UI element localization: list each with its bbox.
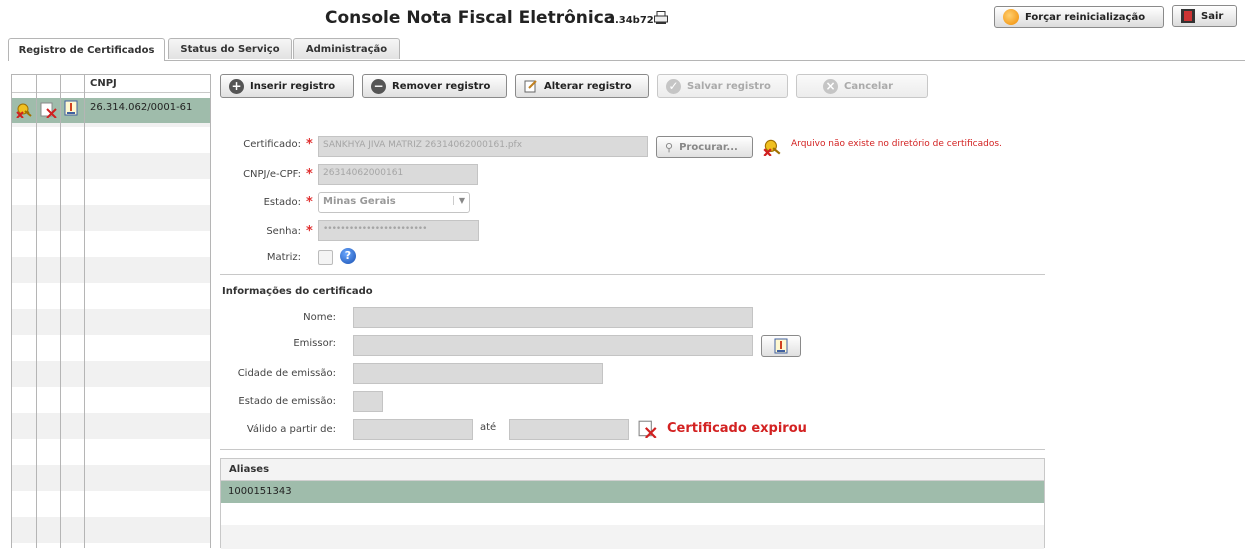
expired-document-icon <box>638 420 657 438</box>
cancel-x-icon: × <box>823 78 838 94</box>
force-restart-label: Forçar reinicialização <box>1025 11 1146 23</box>
certificate-error-message: Arquivo não existe no diretório de certi… <box>791 139 1002 149</box>
divider <box>220 274 1045 275</box>
name-field[interactable] <box>353 307 753 328</box>
certificates-grid[interactable]: CNPJ 26.314.062/0001-61 <box>11 74 211 548</box>
tab-label: Status do Serviço <box>180 43 280 55</box>
table-row[interactable] <box>221 525 1044 549</box>
certificate-warning-icon <box>763 139 781 156</box>
until-label: até <box>480 422 497 433</box>
issue-state-label: Estado de emissão: <box>238 396 336 407</box>
delete-document-icon[interactable] <box>40 102 58 118</box>
name-label: Nome: <box>303 312 336 323</box>
printer-icon[interactable] <box>654 11 668 24</box>
insert-record-label: Inserir registro <box>250 80 336 92</box>
chevron-down-icon: ▼ <box>452 196 465 205</box>
certificate-info-icon[interactable] <box>64 100 78 116</box>
password-field[interactable]: •••••••••••••••••••••••• <box>318 220 479 241</box>
tab-registro-certificados[interactable]: Registro de Certificados <box>8 38 165 61</box>
aliases-header-label: Aliases <box>229 464 270 475</box>
version-label: 2.34b72 <box>608 15 654 26</box>
remove-record-button[interactable]: − Remover registro <box>362 74 507 98</box>
browse-label: Procurar... <box>679 141 738 153</box>
state-label: Estado: <box>263 197 301 208</box>
password-label: Senha: <box>266 226 301 237</box>
exit-button[interactable]: Sair <box>1172 5 1237 27</box>
certificate-info-icon <box>774 338 788 354</box>
browse-button[interactable]: ⚲ Procurar... <box>656 136 753 158</box>
valid-from-label: Válido a partir de: <box>246 424 336 435</box>
aliases-table[interactable]: Aliases 1000151343 <box>220 458 1045 549</box>
cnpj-label: CNPJ/e-CPF: <box>243 169 301 180</box>
certificate-key-icon[interactable] <box>15 102 33 118</box>
required-marker: * <box>306 137 313 152</box>
required-marker: * <box>306 167 313 182</box>
grid-header: CNPJ <box>12 75 210 93</box>
city-field[interactable] <box>353 363 603 384</box>
cancel-button[interactable]: × Cancelar <box>796 74 928 98</box>
certificate-label: Certificado: <box>243 139 301 150</box>
certificate-field[interactable]: SANKHYA JIVA MATRIZ 26314062000161.pfx <box>318 136 648 157</box>
search-icon: ⚲ <box>665 140 674 154</box>
edit-record-label: Alterar registro <box>544 80 632 92</box>
city-label: Cidade de emissão: <box>237 368 336 379</box>
remove-record-label: Remover registro <box>392 80 491 92</box>
cnpj-column-header[interactable]: CNPJ <box>90 78 117 89</box>
divider <box>220 449 1045 450</box>
table-row[interactable]: 1000151343 <box>221 481 1044 503</box>
aliases-header: Aliases <box>221 459 1044 481</box>
state-select-value: Minas Gerais <box>323 196 396 207</box>
section-title: Informações do certificado <box>222 286 373 297</box>
minus-icon: − <box>371 78 386 94</box>
grid-column-divider <box>84 75 85 548</box>
matrix-checkbox[interactable] <box>318 250 333 265</box>
exit-label: Sair <box>1201 10 1224 22</box>
check-icon: ✓ <box>666 78 681 94</box>
edit-record-button[interactable]: Alterar registro <box>515 74 649 98</box>
issue-state-field[interactable] <box>353 391 383 412</box>
matrix-label: Matriz: <box>266 252 301 263</box>
tab-label: Registro de Certificados <box>18 44 155 56</box>
table-row[interactable]: 26.314.062/0001-61 <box>12 98 210 123</box>
valid-from-field[interactable] <box>353 419 473 440</box>
grid-column-divider <box>60 75 61 548</box>
alias-value: 1000151343 <box>228 486 292 497</box>
row-cnpj: 26.314.062/0001-61 <box>90 102 193 113</box>
insert-record-button[interactable]: + Inserir registro <box>220 74 354 98</box>
required-marker: * <box>306 224 313 239</box>
plus-icon: + <box>229 78 244 94</box>
save-record-button[interactable]: ✓ Salvar registro <box>657 74 788 98</box>
help-icon[interactable]: ? <box>340 248 356 264</box>
issuer-field[interactable] <box>353 335 753 356</box>
exit-icon <box>1181 9 1195 23</box>
valid-until-field[interactable] <box>509 419 629 440</box>
tab-status-servico[interactable]: Status do Serviço <box>168 38 292 59</box>
tab-label: Administração <box>305 43 388 55</box>
expired-message: Certificado expirou <box>667 421 807 436</box>
edit-document-icon <box>524 80 537 93</box>
save-record-label: Salvar registro <box>687 80 771 92</box>
force-restart-button[interactable]: Forçar reinicialização <box>994 6 1164 28</box>
restart-icon <box>1003 9 1019 25</box>
cancel-label: Cancelar <box>844 80 894 92</box>
issuer-details-button[interactable] <box>761 335 801 357</box>
state-select[interactable]: Minas Gerais ▼ <box>318 192 470 213</box>
issuer-label: Emissor: <box>293 338 336 349</box>
required-marker: * <box>306 195 313 210</box>
grid-column-divider <box>36 75 37 548</box>
cnpj-field[interactable]: 26314062000161 <box>318 164 478 185</box>
tab-administracao[interactable]: Administração <box>293 38 400 59</box>
page-title: Console Nota Fiscal Eletrônica <box>325 8 616 28</box>
